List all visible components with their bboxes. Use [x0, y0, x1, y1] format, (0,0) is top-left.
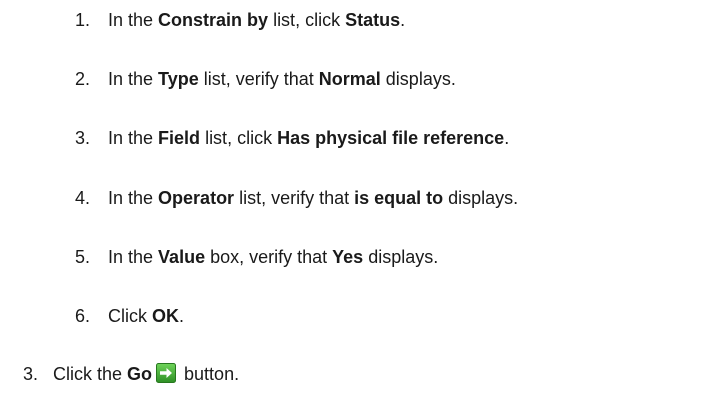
- step-text: Click the Go button.: [53, 363, 240, 384]
- step-text: Click OK.: [108, 306, 185, 326]
- step-number: 3.: [74, 128, 90, 148]
- step-number: 5.: [74, 247, 90, 267]
- step-text: In the Constrain by list, click Status.: [108, 10, 406, 30]
- step-number: 3.: [22, 364, 38, 384]
- step-number: 4.: [74, 188, 90, 208]
- step-number: 6.: [74, 306, 90, 326]
- ui-term: OK: [152, 306, 179, 326]
- ui-term: Yes: [332, 247, 364, 267]
- step-text: In the Field list, click Has physical fi…: [108, 128, 510, 148]
- ui-term: Go: [127, 364, 153, 384]
- step-text: In the Value box, verify that Yes displa…: [108, 247, 439, 267]
- ui-term: Has physical file reference: [277, 128, 505, 148]
- instruction-document: 1. In the Constrain by list, click Statu…: [0, 0, 716, 400]
- ui-term: Operator: [158, 188, 235, 208]
- step-number: 2.: [74, 69, 90, 89]
- step-text: In the Operator list, verify that is equ…: [108, 188, 519, 208]
- go-arrow-icon: [156, 363, 177, 383]
- ui-term: Value: [158, 247, 206, 267]
- step-number: 1.: [74, 10, 90, 30]
- ui-term: is equal to: [354, 188, 444, 208]
- ui-term: Status: [345, 10, 401, 30]
- ui-term: Normal: [318, 69, 381, 89]
- ui-term: Field: [158, 128, 201, 148]
- ui-term: Type: [158, 69, 199, 89]
- step-text: In the Type list, verify that Normal dis…: [108, 69, 456, 89]
- ui-term: Constrain by: [158, 10, 269, 30]
